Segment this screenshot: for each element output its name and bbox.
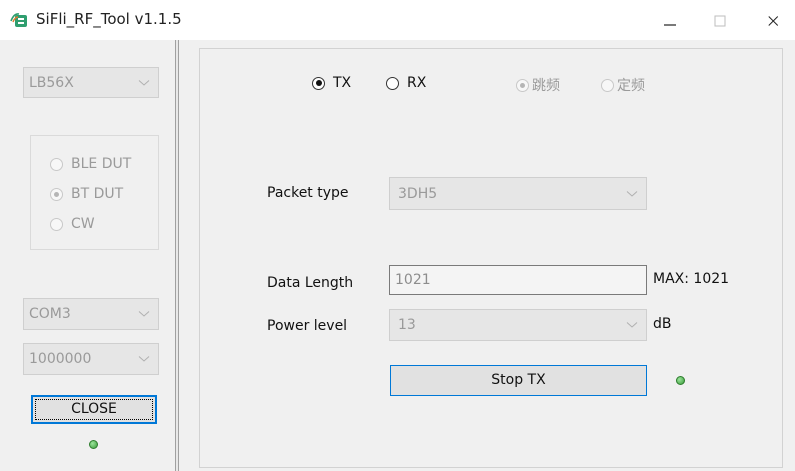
app-icon (10, 13, 27, 27)
radio-ble-dut-label: BLE DUT (71, 156, 132, 172)
radio-hopping[interactable]: 跳频 (516, 75, 560, 95)
stop-tx-button[interactable]: Stop TX (390, 365, 647, 396)
radio-selected-icon (312, 76, 325, 90)
radio-icon (601, 78, 614, 92)
splitter-handle[interactable] (175, 40, 179, 471)
radio-hopping-label: 跳频 (532, 78, 560, 94)
chip-select-value: LB56X (29, 74, 74, 91)
radio-cw[interactable]: CW (50, 216, 95, 232)
tx-status-led (676, 376, 685, 385)
power-level-select[interactable]: 13 (389, 309, 647, 341)
main-panel (199, 48, 783, 468)
baud-select[interactable]: 1000000 (23, 343, 159, 375)
minimize-icon[interactable] (650, 8, 690, 34)
port-select[interactable]: COM3 (23, 298, 159, 330)
radio-tx-label: TX (333, 75, 352, 91)
chevron-down-icon (138, 79, 150, 86)
chevron-down-icon (626, 322, 638, 328)
title-bar: SiFli_RF_Tool v1.1.5 (0, 0, 795, 40)
close-port-button[interactable]: CLOSE (31, 395, 157, 424)
close-window-icon[interactable] (762, 8, 792, 34)
chevron-down-icon (138, 356, 150, 362)
radio-fixed[interactable]: 定频 (601, 75, 645, 95)
chevron-down-icon (138, 311, 150, 317)
radio-rx-label: RX (407, 75, 427, 91)
radio-cw-label: CW (71, 216, 95, 232)
data-length-max: MAX: 1021 (653, 271, 730, 287)
radio-selected-icon (516, 78, 529, 92)
baud-select-value: 1000000 (29, 351, 92, 367)
radio-icon (50, 217, 63, 231)
power-level-value: 13 (398, 317, 416, 333)
port-select-value: COM3 (29, 306, 71, 322)
connection-status-led (89, 440, 98, 449)
packet-type-label: Packet type (267, 185, 349, 201)
chevron-down-icon (626, 190, 638, 197)
radio-selected-icon (50, 187, 63, 201)
window-title: SiFli_RF_Tool v1.1.5 (36, 10, 182, 28)
power-level-label: Power level (267, 318, 348, 334)
power-level-unit: dB (653, 316, 672, 332)
radio-ble-dut[interactable]: BLE DUT (50, 156, 131, 172)
data-length-input[interactable]: 1021 (389, 265, 647, 295)
radio-rx[interactable]: RX (386, 75, 426, 91)
packet-type-value: 3DH5 (398, 185, 438, 202)
radio-bt-dut-label: BT DUT (71, 186, 124, 202)
data-length-label: Data Length (267, 275, 354, 291)
maximize-icon[interactable] (700, 8, 740, 34)
chip-select[interactable]: LB56X (23, 67, 159, 98)
radio-bt-dut[interactable]: BT DUT (50, 186, 123, 202)
radio-fixed-label: 定频 (617, 78, 645, 94)
data-length-value: 1021 (395, 272, 431, 288)
radio-icon (50, 157, 63, 171)
packet-type-select[interactable]: 3DH5 (389, 177, 647, 210)
radio-tx[interactable]: TX (312, 75, 351, 91)
radio-icon (386, 76, 399, 90)
